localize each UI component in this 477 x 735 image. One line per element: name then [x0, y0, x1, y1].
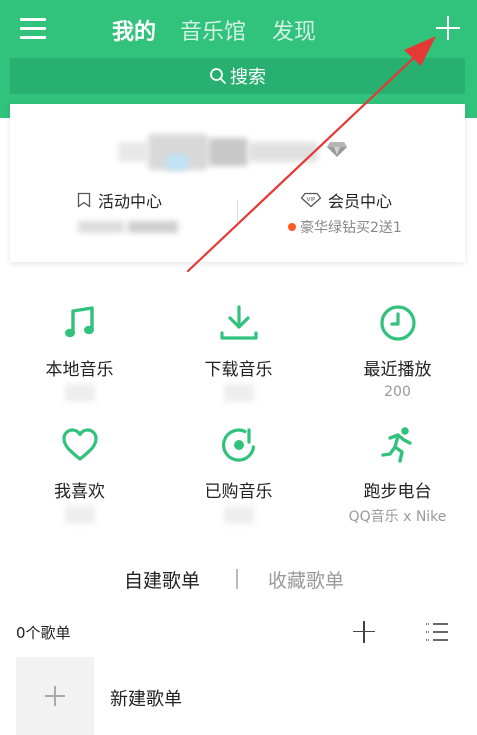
vip-center-label: 会员中心 — [328, 192, 393, 211]
top-header: 我的 音乐馆 发现 搜索 — [0, 0, 477, 118]
grid-purchased[interactable]: 已购音乐 — [159, 425, 318, 524]
grid-favorites[interactable]: 我喜欢 — [0, 425, 159, 524]
plus-icon[interactable] — [434, 14, 462, 42]
card-divider — [237, 200, 238, 226]
tab-mine[interactable]: 我的 — [112, 14, 156, 46]
new-playlist-label: 新建歌单 — [110, 689, 182, 710]
tab-discover[interactable]: 发现 — [272, 14, 316, 46]
tab-separator — [236, 569, 238, 589]
vip-icon: VIP — [300, 192, 322, 208]
blurred-count — [64, 384, 95, 402]
new-playlist-row[interactable]: 新建歌单 — [16, 657, 456, 735]
blurred-count — [64, 506, 95, 524]
grid-label: 已购音乐 — [204, 482, 273, 502]
blurred-count — [223, 506, 254, 524]
activity-center-label: 活动中心 — [98, 192, 163, 211]
tab-created-playlists[interactable]: 自建歌单 — [124, 566, 200, 593]
grid-sub: 200 — [384, 384, 411, 400]
playlist-tabs: 自建歌单 收藏歌单 — [0, 566, 477, 596]
blurred-count — [223, 384, 254, 402]
hamburger-menu-icon[interactable] — [20, 16, 48, 42]
search-icon — [210, 68, 226, 84]
vip-promo[interactable]: 豪华绿钻买2送1 — [288, 217, 402, 237]
grid-local-music[interactable]: 本地音乐 — [0, 303, 159, 402]
new-playlist-thumb — [16, 657, 94, 735]
vip-promo-text: 豪华绿钻买2送1 — [300, 220, 402, 236]
grid-label: 下载音乐 — [204, 360, 273, 380]
playlist-count: 0个歌单 — [16, 624, 71, 642]
grid-label: 跑步电台 — [363, 482, 432, 502]
heart-icon — [61, 428, 98, 461]
grid-label: 本地音乐 — [45, 360, 114, 380]
promo-dot — [288, 223, 296, 231]
blurred-activity-sub — [78, 219, 178, 235]
grid-label: 最近播放 — [363, 360, 432, 380]
add-playlist-icon[interactable] — [352, 620, 376, 644]
diamond-icon — [327, 142, 347, 157]
grid-label: 我喜欢 — [54, 482, 105, 502]
music-note-icon — [64, 306, 94, 338]
search-bar[interactable]: 搜索 — [10, 58, 465, 94]
svg-text:VIP: VIP — [307, 197, 316, 203]
activity-center-link[interactable]: 活动中心 — [76, 188, 162, 212]
search-label: 搜索 — [230, 67, 266, 88]
vip-center-link[interactable]: VIP 会员中心 — [300, 188, 392, 212]
grid-running-radio[interactable]: 跑步电台 QQ音乐 x Nike — [318, 425, 477, 525]
tab-collected-playlists[interactable]: 收藏歌单 — [268, 566, 344, 593]
disc-icon — [221, 428, 255, 462]
tab-music-hall[interactable]: 音乐馆 — [180, 14, 246, 46]
grid-sub: QQ音乐 x Nike — [348, 509, 447, 525]
playlist-header: 0个歌单 — [0, 616, 477, 646]
bookmark-icon — [77, 192, 91, 208]
profile-card: 活动中心 VIP 会员中心 豪华绿钻买2送1 — [10, 104, 465, 262]
top-tabs: 我的 音乐馆 发现 — [112, 12, 342, 48]
clock-icon — [379, 305, 416, 341]
grid-recent[interactable]: 最近播放 200 — [318, 303, 477, 402]
list-manage-icon[interactable] — [424, 620, 450, 644]
grid-downloads[interactable]: 下载音乐 — [159, 303, 318, 402]
runner-icon — [380, 427, 412, 463]
blurred-username[interactable] — [118, 134, 323, 170]
app-screen: 我的 音乐馆 发现 搜索 活动中心 VIP 会员中心 豪华绿钻买2送1 本地音乐… — [0, 0, 477, 735]
download-icon — [219, 305, 258, 340]
